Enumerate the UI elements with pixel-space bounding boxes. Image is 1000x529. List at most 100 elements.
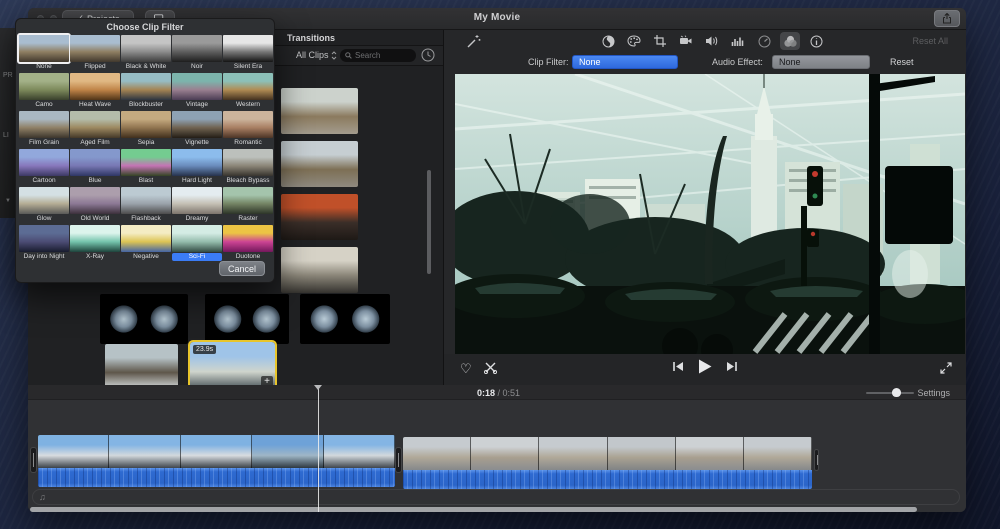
filter-option-heat-wave[interactable]: Heat Wave [70, 73, 120, 110]
filter-option-camo[interactable]: Camo [19, 73, 69, 110]
filter-option-blue[interactable]: Blue [70, 149, 120, 186]
media-scrollbar[interactable] [427, 170, 431, 274]
filter-option-romantic[interactable]: Romantic [223, 111, 273, 148]
clip-park-statue[interactable] [281, 141, 358, 187]
filter-option-none[interactable]: None [19, 35, 69, 72]
stabilization-button[interactable] [676, 32, 696, 50]
enhance-button[interactable] [466, 34, 481, 49]
fullscreen-button[interactable] [940, 362, 952, 374]
filter-option-old-world[interactable]: Old World [70, 187, 120, 224]
info-icon [810, 35, 823, 48]
clip-filter-value-button[interactable]: None [572, 55, 678, 69]
filter-label: Dreamy [172, 215, 222, 223]
trim-handle-left[interactable] [30, 447, 37, 473]
filter-thumbnail [172, 225, 222, 252]
filmstrip-frame [539, 437, 607, 470]
music-note-icon: ♫ [39, 492, 46, 502]
info-button[interactable] [806, 32, 826, 50]
sidebar-fragment-text: LI [3, 132, 9, 139]
filter-thumbnail [19, 187, 69, 214]
filmstrip-frame [324, 435, 395, 468]
clock-icon [421, 48, 435, 62]
timeline-clip-city[interactable] [38, 435, 395, 487]
next-frame-button[interactable] [726, 361, 738, 372]
audio-effect-value-button[interactable]: None [772, 55, 870, 69]
speedometer-icon [758, 35, 771, 48]
filter-thumbnail [172, 73, 222, 100]
clip-office-woman[interactable] [281, 194, 358, 240]
cancel-button[interactable]: Cancel [219, 261, 265, 276]
filter-option-aged-film[interactable]: Aged Film [70, 111, 120, 148]
filter-option-vignette[interactable]: Vignette [172, 111, 222, 148]
zoom-slider-knob[interactable] [892, 388, 901, 397]
filter-option-negative[interactable]: Negative [121, 225, 171, 262]
filter-label: X-Ray [70, 253, 120, 261]
clip-city-selected[interactable]: 23.9s+ [190, 342, 275, 390]
filter-option-raster[interactable]: Raster [223, 187, 273, 224]
filter-option-blockbuster[interactable]: Blockbuster [121, 73, 171, 110]
filter-option-hard-light[interactable]: Hard Light [172, 149, 222, 186]
filter-option-sci-fi[interactable]: Sci-Fi [172, 225, 222, 262]
viewer-controls: ♡ [444, 354, 966, 385]
timeline-clip-park[interactable] [403, 437, 812, 489]
share-icon [942, 13, 952, 24]
filter-option-flashback[interactable]: Flashback [121, 187, 171, 224]
clip-office-man[interactable] [281, 247, 358, 293]
filter-thumbnail [223, 35, 273, 62]
filter-option-noir[interactable]: Noir [172, 35, 222, 72]
filter-option-cartoon[interactable]: Cartoon [19, 149, 69, 186]
clip-filter-button[interactable] [780, 32, 800, 50]
filter-option-vintage[interactable]: Vintage [172, 73, 222, 110]
crop-button[interactable] [650, 32, 670, 50]
filter-option-film-grain[interactable]: Film Grain [19, 111, 69, 148]
filter-option-flipped[interactable]: Flipped [70, 35, 120, 72]
recently-added-button[interactable] [421, 48, 435, 62]
all-clips-dropdown[interactable]: All Clips [296, 50, 337, 60]
filter-option-blast[interactable]: Blast [121, 149, 171, 186]
noise-reduction-button[interactable] [728, 32, 748, 50]
volume-button[interactable] [702, 32, 722, 50]
playhead[interactable] [318, 385, 319, 512]
clip-360-street-3[interactable] [300, 294, 390, 344]
filter-label: Glow [19, 215, 69, 223]
trim-handle-mid[interactable] [395, 447, 402, 473]
clip-park-benches[interactable] [281, 88, 358, 134]
play-button[interactable] [698, 359, 712, 374]
timeline-scrollbar[interactable] [30, 507, 917, 512]
color-balance-button[interactable] [598, 32, 618, 50]
filter-thumbnail [19, 35, 69, 62]
filter-thumbnail [70, 149, 120, 176]
filter-label: Black & White [121, 63, 171, 71]
speed-button[interactable] [754, 32, 774, 50]
reset-all-button[interactable]: Reset All [912, 36, 948, 46]
clip-360-street-1[interactable] [100, 294, 188, 344]
filter-option-black-white[interactable]: Black & White [121, 35, 171, 72]
clip-filmstrip [38, 435, 395, 468]
previous-frame-button[interactable] [672, 361, 684, 372]
filter-option-sepia[interactable]: Sepia [121, 111, 171, 148]
audio-lane[interactable]: ♫ [32, 489, 960, 505]
search-input[interactable]: Search [340, 49, 416, 62]
clip-360-street-2[interactable] [205, 294, 289, 344]
tab-transitions[interactable]: Transitions [287, 33, 335, 43]
viewer-pane: Reset All Clip Filter: None Audio Effect… [444, 30, 966, 385]
filter-thumbnail [121, 35, 171, 62]
filter-option-glow[interactable]: Glow [19, 187, 69, 224]
timeline-zoom-slider[interactable] [866, 392, 914, 394]
filter-option-day-into-night[interactable]: Day into Night [19, 225, 69, 262]
share-button[interactable] [934, 10, 960, 27]
filter-option-x-ray[interactable]: X-Ray [70, 225, 120, 262]
filter-option-dreamy[interactable]: Dreamy [172, 187, 222, 224]
clip-snow-park[interactable] [105, 344, 178, 390]
filter-option-western[interactable]: Western [223, 73, 273, 110]
color-correction-button[interactable] [624, 32, 644, 50]
clip-filter-adjust-row: Clip Filter: None Audio Effect: None Res… [444, 52, 966, 74]
filter-thumbnail [121, 73, 171, 100]
filmstrip-frame [252, 435, 323, 468]
filter-option-bleach-bypass[interactable]: Bleach Bypass [223, 149, 273, 186]
trim-handle-right[interactable] [814, 449, 819, 471]
reset-button[interactable]: Reset [890, 57, 914, 67]
timeline-settings-button[interactable]: Settings [917, 388, 950, 398]
filter-option-silent-era[interactable]: Silent Era [223, 35, 273, 72]
filter-option-duotone[interactable]: Duotone [223, 225, 273, 262]
